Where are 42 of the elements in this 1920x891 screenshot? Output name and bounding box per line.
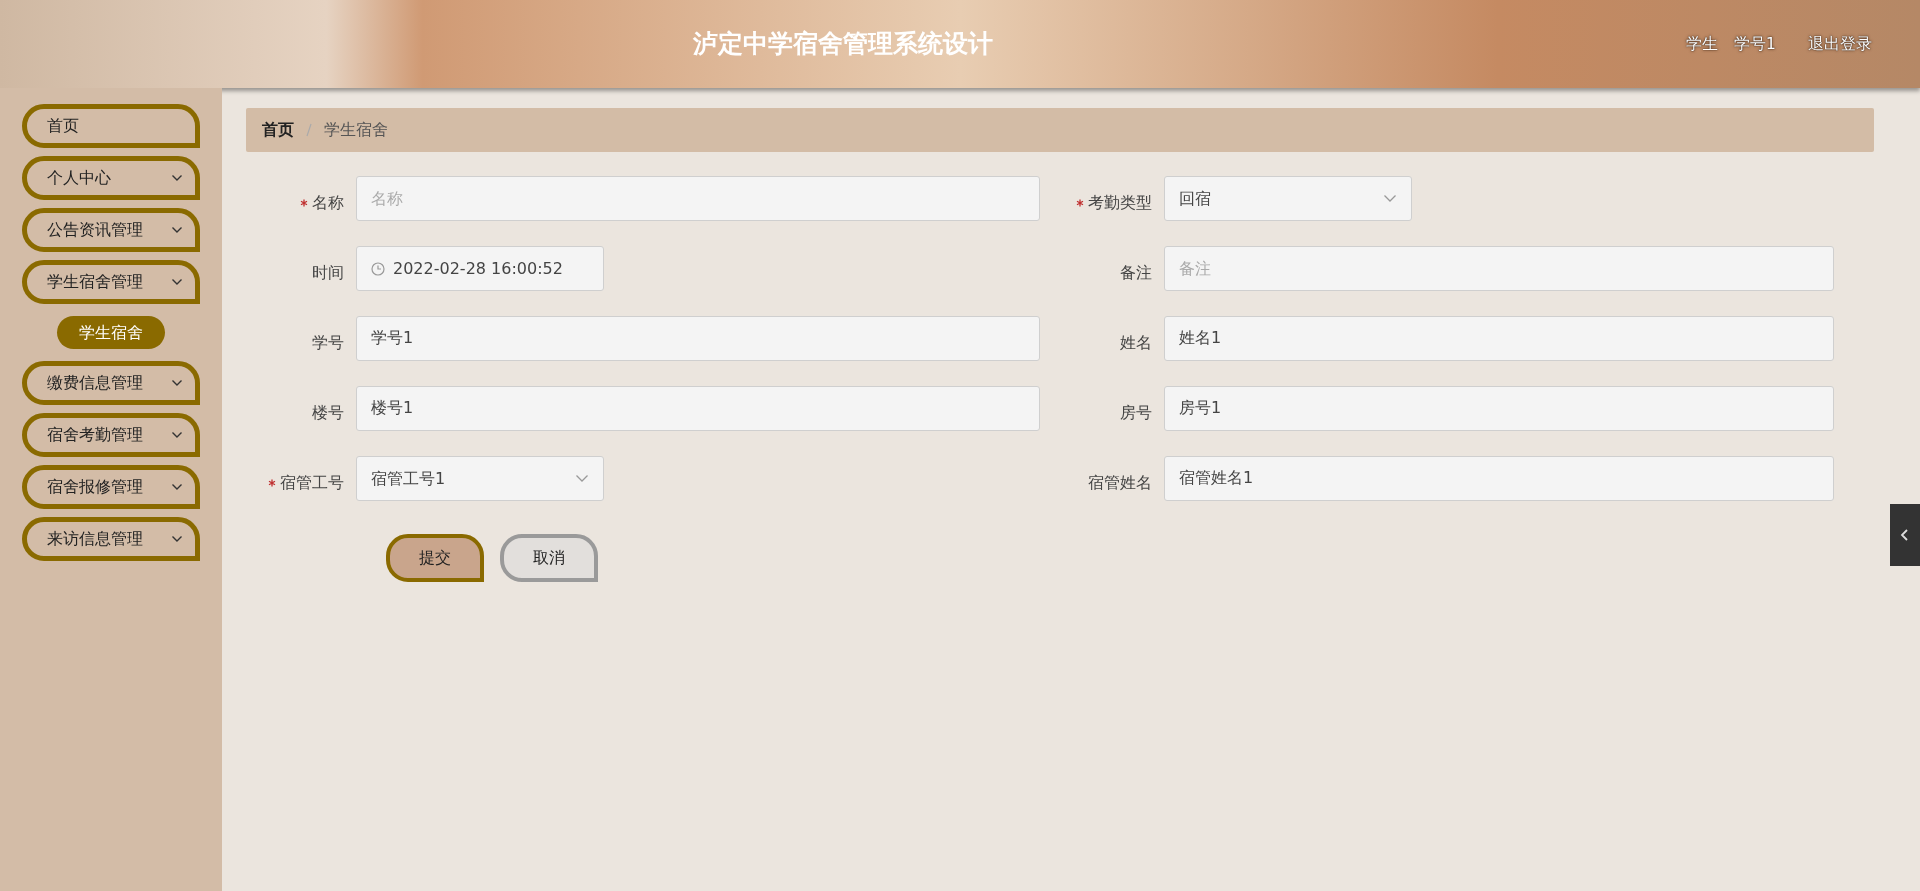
chevron-down-icon: [575, 474, 589, 483]
menu-item[interactable]: 公告资讯管理: [22, 208, 200, 252]
clock-icon: [371, 261, 385, 276]
breadcrumb-item: 学生宿舍: [324, 119, 388, 141]
date-field[interactable]: 2022-02-28 16:00:52: [356, 246, 604, 291]
field-label: 楼号: [312, 401, 344, 424]
chevron-down-icon: [1383, 194, 1397, 203]
field-label: 宿管姓名: [1088, 471, 1152, 494]
field-label: 名称: [312, 191, 344, 214]
menu-item[interactable]: 学生宿舍管理: [22, 260, 200, 304]
field-label: 房号: [1120, 401, 1152, 424]
menu-item[interactable]: 个人中心: [22, 156, 200, 200]
menu-item[interactable]: 宿舍考勤管理: [22, 413, 200, 457]
select-field[interactable]: 宿管工号1: [356, 456, 604, 501]
field-label: 备注: [1120, 261, 1152, 284]
input-field[interactable]: 楼号1: [356, 386, 1040, 431]
input-field[interactable]: 姓名1: [1164, 316, 1834, 361]
slash-separator: [306, 123, 312, 138]
input-field[interactable]: 房号1: [1164, 386, 1834, 431]
input-field[interactable]: 名称: [356, 176, 1040, 221]
select-field[interactable]: 回宿: [1164, 176, 1412, 221]
field-label: 学号: [312, 331, 344, 354]
input-field[interactable]: 宿管姓名1: [1164, 456, 1834, 501]
side-toggle[interactable]: [1890, 504, 1920, 566]
chevron-left-icon: [1899, 527, 1911, 543]
menu-item[interactable]: 来访信息管理: [22, 517, 200, 561]
menu-item[interactable]: 首页: [22, 104, 200, 148]
user-role: 学生: [1685, 33, 1718, 55]
field-label: 考勤类型: [1088, 191, 1152, 214]
app-title: 泸定中学宿舍管理系统设计: [692, 28, 993, 61]
menu-item[interactable]: 宿舍报修管理: [22, 465, 200, 509]
submit-button[interactable]: 提交: [386, 534, 484, 582]
user-name: 学号1: [1733, 33, 1776, 55]
submenu-item[interactable]: 学生宿舍: [57, 316, 165, 349]
field-label: 宿管工号: [280, 471, 344, 494]
menu-item[interactable]: 缴费信息管理: [22, 361, 200, 405]
input-field[interactable]: 学号1: [356, 316, 1040, 361]
breadcrumb-item[interactable]: 首页: [262, 118, 294, 142]
field-label: 时间: [312, 261, 344, 284]
cancel-button[interactable]: 取消: [500, 534, 598, 582]
input-field[interactable]: 备注: [1164, 246, 1834, 291]
field-label: 姓名: [1120, 331, 1152, 354]
